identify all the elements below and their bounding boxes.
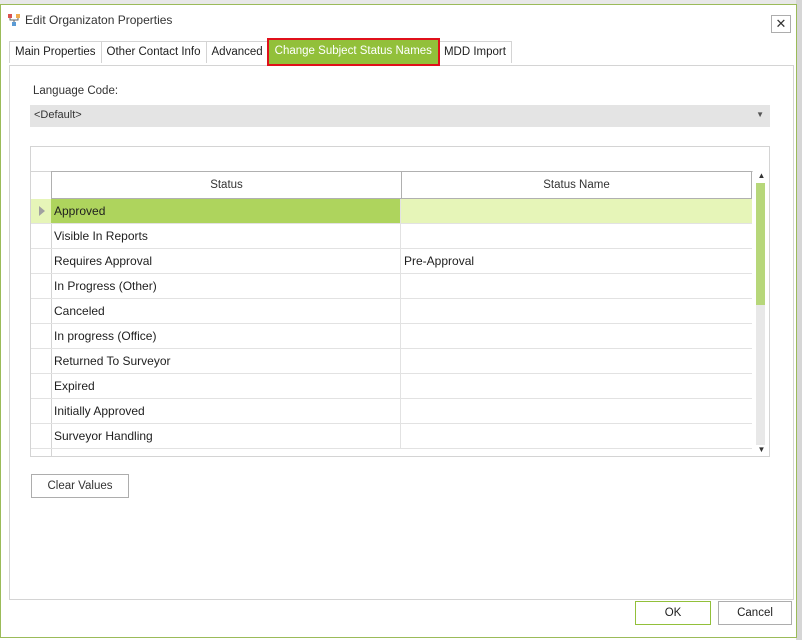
column-header-status[interactable]: Status [51,171,402,199]
ok-button[interactable]: OK [635,601,711,625]
status-cell[interactable]: In Progress (Other) [51,274,401,298]
edit-organization-dialog: Edit Organizaton Properties ✕ Main Prope… [0,4,797,638]
table-row[interactable]: Initially Approved [31,399,752,424]
status-cell[interactable]: Surveyor Handling [51,424,401,448]
status-name-cell[interactable] [401,199,752,223]
status-cell[interactable]: In progress (Office) [51,324,401,348]
table-row[interactable]: Surveyor Handling [31,424,752,449]
status-cell[interactable]: Visible In Reports [51,224,401,248]
status-cell[interactable]: Canceled [51,299,401,323]
org-properties-icon [7,13,21,27]
status-name-cell[interactable] [401,424,752,448]
scroll-down-icon[interactable]: ▼ [755,445,768,456]
status-cell[interactable]: Expired [51,374,401,398]
clear-values-button[interactable]: Clear Values [31,474,129,498]
scrollbar-thumb[interactable] [756,183,765,305]
tab-content-panel: Language Code: <Default> ▼ Status Status… [9,65,794,600]
current-row-arrow-icon [39,206,45,216]
vertical-scrollbar[interactable]: ▲ ▼ [753,171,769,456]
chevron-down-icon[interactable]: ▼ [756,110,764,119]
dialog-title: Edit Organizaton Properties [25,13,173,27]
table-row[interactable]: Requires Approval Pre-Approval [31,249,752,274]
status-name-cell[interactable] [401,349,752,373]
table-row[interactable]: Canceled [31,299,752,324]
tab-mdd-import[interactable]: MDD Import [437,41,512,63]
cancel-button[interactable]: Cancel [718,601,792,625]
tab-change-subject-status-names[interactable]: Change Subject Status Names [266,38,440,66]
status-name-cell[interactable] [401,274,752,298]
language-code-label: Language Code: [33,85,119,97]
status-cell[interactable]: Requires Approval [51,249,401,273]
status-names-grid: Status Status Name Approved Visible In R… [30,146,770,457]
status-cell[interactable]: Returned To Surveyor [51,349,401,373]
scroll-up-icon[interactable]: ▲ [755,171,768,183]
status-cell[interactable]: Initially Approved [51,399,401,423]
row-indicator [31,199,51,223]
status-name-cell[interactable] [401,224,752,248]
status-cell[interactable]: Approved [51,199,401,223]
language-code-select[interactable]: <Default> ▼ [30,105,770,127]
status-name-cell[interactable] [401,374,752,398]
tab-advanced[interactable]: Advanced [205,41,269,63]
table-row[interactable]: Visible In Reports [31,224,752,249]
language-code-value: <Default> [34,109,82,121]
status-name-cell[interactable]: Pre-Approval [401,249,752,273]
status-name-cell[interactable] [401,399,752,423]
column-header-status-name[interactable]: Status Name [401,171,752,199]
tab-main-properties[interactable]: Main Properties [9,41,102,63]
table-row[interactable]: In progress (Office) [31,324,752,349]
title-bar[interactable]: Edit Organizaton Properties ✕ [1,5,796,35]
close-button[interactable]: ✕ [771,15,791,33]
table-row[interactable]: In Progress (Other) [31,274,752,299]
table-row[interactable]: Approved [31,199,752,224]
table-row[interactable]: Expired [31,374,752,399]
grid-group-panel [31,147,753,172]
status-name-cell[interactable] [401,324,752,348]
tab-other-contact-info[interactable]: Other Contact Info [100,41,207,63]
tab-strip: Main Properties Other Contact Info Advan… [9,38,512,66]
table-row[interactable]: Returned To Surveyor [31,349,752,374]
close-icon: ✕ [775,16,787,31]
status-name-cell[interactable] [401,299,752,323]
